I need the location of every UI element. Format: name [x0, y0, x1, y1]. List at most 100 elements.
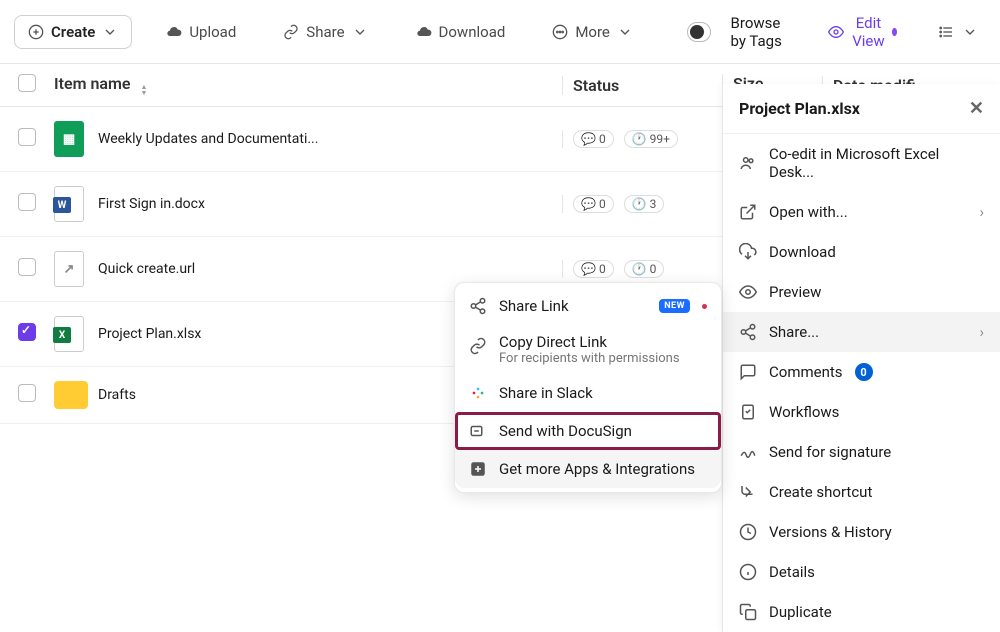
file-name: Quick create.url [98, 261, 562, 277]
excel-file-icon [54, 316, 84, 352]
list-icon [937, 23, 955, 41]
context-panel: Project Plan.xlsx ✕ Co-edit in Microsoft… [722, 84, 1000, 632]
comments-badge: 0 [855, 363, 873, 381]
sort-icon: ▲▼ [140, 84, 147, 96]
comments-pill[interactable]: 💬0 [573, 260, 614, 278]
more-button[interactable]: More [538, 15, 647, 49]
view-options-button[interactable] [930, 15, 986, 49]
share-label: Share [306, 23, 344, 41]
submenu-subtext: For recipients with permissions [499, 351, 680, 366]
chevron-right-icon: › [979, 203, 984, 221]
comments-count: 0 [599, 197, 606, 211]
panel-item-share[interactable]: Share... › [723, 312, 1000, 352]
panel-item-preview[interactable]: Preview [723, 272, 1000, 312]
file-name: Weekly Updates and Documentati... [98, 131, 562, 147]
col-status-label: Status [573, 76, 619, 95]
col-status-header[interactable]: Status [562, 76, 722, 95]
create-button[interactable]: Create [14, 15, 132, 49]
versions-pill[interactable]: 🕐0 [624, 260, 665, 278]
download-button[interactable]: Download [402, 15, 519, 49]
row-checkbox[interactable] [18, 193, 36, 211]
info-icon [739, 563, 757, 581]
comments-pill[interactable]: 💬0 [573, 195, 614, 213]
comments-count: 0 [599, 132, 606, 146]
panel-header: Project Plan.xlsx ✕ [723, 84, 1000, 134]
submenu-label: Share Link [499, 297, 569, 315]
panel-title: Project Plan.xlsx [739, 99, 860, 118]
comment-icon [739, 363, 757, 381]
panel-item-duplicate[interactable]: Duplicate [723, 592, 1000, 632]
download-label: Download [439, 23, 506, 41]
submenu-docusign[interactable]: Send with DocuSign [455, 412, 721, 450]
comments-pill[interactable]: 💬0 [573, 130, 614, 148]
browse-tags-toggle[interactable] [687, 22, 711, 42]
toolbar: Create Upload Share Download More Browse… [0, 0, 1000, 64]
link-icon [282, 23, 300, 41]
row-checkbox[interactable] [18, 384, 36, 402]
panel-label: Preview [769, 283, 821, 301]
col-name-label: Item name [54, 74, 131, 93]
close-icon[interactable]: ✕ [969, 98, 984, 119]
panel-item-download[interactable]: Download [723, 232, 1000, 272]
cloud-download-icon [415, 23, 433, 41]
select-all-checkbox[interactable] [18, 74, 36, 92]
row-checkbox[interactable] [18, 128, 36, 146]
col-name-header[interactable]: Item name ▲▼ [54, 74, 562, 96]
spreadsheet-icon: ▦ [54, 121, 84, 157]
row-checkbox[interactable] [18, 323, 36, 341]
panel-item-details[interactable]: Details [723, 552, 1000, 592]
more-icon [551, 23, 569, 41]
panel-label: Co-edit in Microsoft Excel Desk... [769, 145, 984, 181]
edit-view-button[interactable]: Edit View [814, 6, 910, 58]
url-file-icon: ↗ [54, 251, 84, 287]
submenu-get-more[interactable]: Get more Apps & Integrations [455, 450, 721, 488]
panel-item-versions[interactable]: Versions & History [723, 512, 1000, 552]
upload-button[interactable]: Upload [152, 15, 249, 49]
shortcut-icon [739, 483, 757, 501]
chevron-right-icon: › [979, 323, 984, 341]
panel-label: Versions & History [769, 523, 892, 541]
submenu-copy-direct[interactable]: Copy Direct Link For recipients with per… [455, 325, 721, 374]
panel-label: Details [769, 563, 815, 581]
comments-count: 0 [599, 262, 606, 276]
file-name: First Sign in.docx [98, 196, 562, 212]
plus-square-icon [469, 460, 487, 478]
word-doc-icon [54, 186, 84, 222]
link-icon [469, 337, 487, 355]
row-checkbox[interactable] [18, 258, 36, 276]
clock-icon [739, 523, 757, 541]
chevron-down-icon [616, 23, 634, 41]
chevron-down-icon [101, 23, 119, 41]
versions-count: 99+ [650, 132, 670, 146]
plus-circle-icon [27, 23, 45, 41]
panel-label: Share... [769, 323, 819, 341]
submenu-slack[interactable]: Share in Slack [455, 374, 721, 412]
versions-pill[interactable]: 🕐99+ [624, 130, 678, 148]
versions-pill[interactable]: 🕐3 [624, 195, 665, 213]
submenu-label: Share in Slack [499, 384, 593, 402]
people-icon [739, 154, 757, 172]
upload-label: Upload [189, 23, 236, 41]
versions-count: 0 [650, 262, 657, 276]
panel-label: Download [769, 243, 836, 261]
folder-icon [54, 381, 88, 409]
panel-item-shortcut[interactable]: Create shortcut [723, 472, 1000, 512]
docusign-icon [469, 422, 487, 440]
signature-icon [739, 443, 757, 461]
submenu-share-link[interactable]: Share Link NEW [455, 287, 721, 325]
eye-icon [827, 23, 845, 41]
share-button[interactable]: Share [269, 15, 381, 49]
panel-item-workflows[interactable]: Workflows [723, 392, 1000, 432]
panel-item-open-with[interactable]: Open with... › [723, 192, 1000, 232]
slack-icon [469, 384, 487, 402]
new-dot-icon [702, 304, 707, 309]
panel-item-signature[interactable]: Send for signature [723, 432, 1000, 472]
external-link-icon [739, 203, 757, 221]
panel-item-comments[interactable]: Comments 0 [723, 352, 1000, 392]
submenu-label: Get more Apps & Integrations [499, 460, 695, 478]
panel-item-coedit[interactable]: Co-edit in Microsoft Excel Desk... [723, 134, 1000, 192]
panel-label: Duplicate [769, 603, 832, 621]
panel-label: Send for signature [769, 443, 891, 461]
share-icon [739, 323, 757, 341]
share-icon [469, 297, 487, 315]
